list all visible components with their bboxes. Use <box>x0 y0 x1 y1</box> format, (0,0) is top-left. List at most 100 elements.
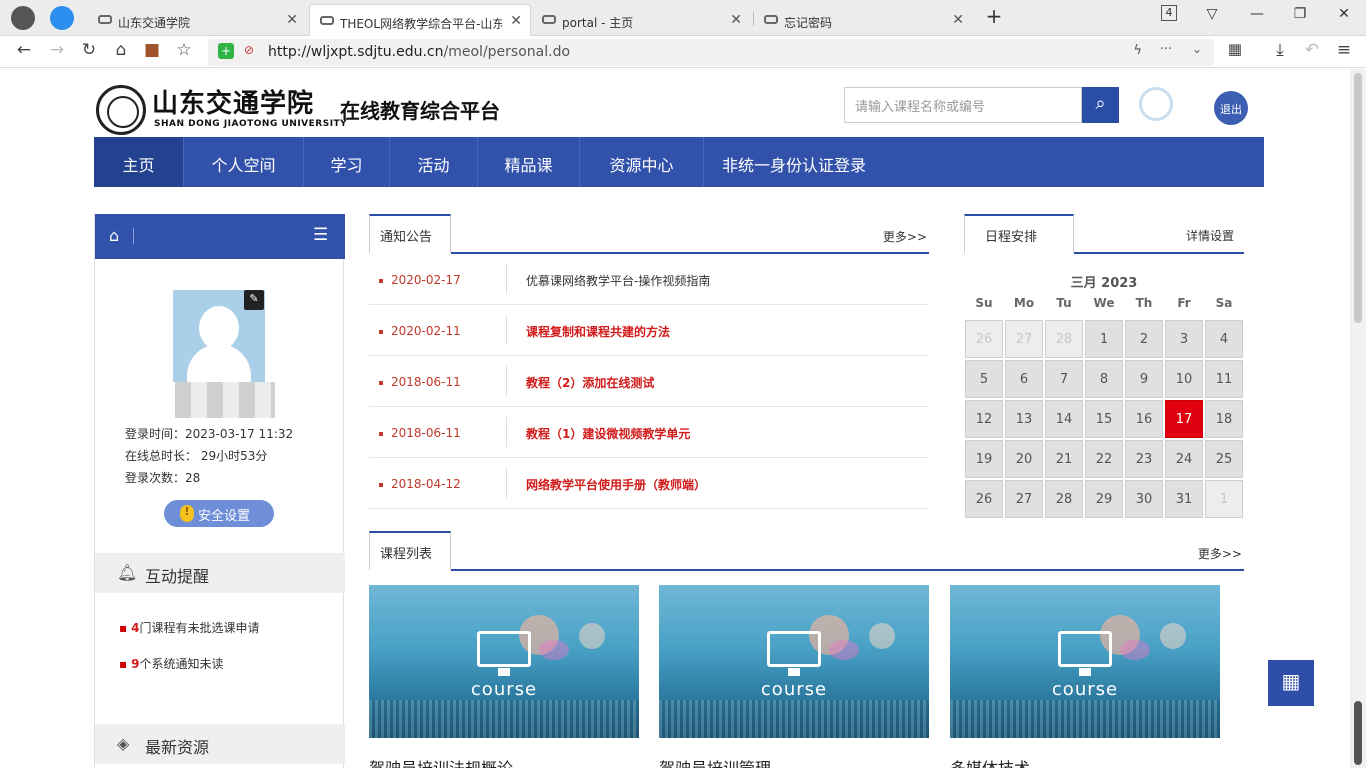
forward-icon[interactable]: → <box>45 40 69 60</box>
calendar-day[interactable]: 28 <box>1045 480 1083 518</box>
tab-1[interactable]: 山东交通学院 ✕ <box>88 4 306 36</box>
lightning-icon[interactable]: ϟ <box>1133 43 1142 58</box>
course-title[interactable]: 驾驶员培训法规概论 <box>369 755 513 768</box>
calendar-day[interactable]: 26 <box>965 320 1003 358</box>
nav-activity[interactable]: 活动 <box>390 137 478 187</box>
notice-row[interactable]: 2018-06-11 教程（1）建设微视频教学单元 <box>369 407 929 458</box>
calendar-day[interactable]: 8 <box>1085 360 1123 398</box>
calendar-day-today[interactable]: 17 <box>1165 400 1203 438</box>
course-card-image[interactable]: course <box>950 585 1220 738</box>
list-icon[interactable]: ☰ <box>313 225 328 245</box>
nav-study[interactable]: 学习 <box>304 137 390 187</box>
logout-button[interactable]: 退出 <box>1214 91 1248 125</box>
tab-schedule[interactable]: 日程安排 <box>964 214 1074 254</box>
menu-icon[interactable]: ≡ <box>1332 40 1356 60</box>
nav-quality-courses[interactable]: 精品课 <box>478 137 580 187</box>
calendar-day[interactable]: 28 <box>1045 320 1083 358</box>
url-field[interactable]: + ⊘ http://wljxpt.sdjtu.edu.cn/meol/pers… <box>208 39 1214 66</box>
new-tab-icon[interactable]: + <box>982 4 1006 28</box>
qr-code-button[interactable]: ▦ <box>1268 660 1314 706</box>
edit-icon[interactable]: ✎ <box>244 290 264 310</box>
calendar-day[interactable]: 13 <box>1005 400 1043 438</box>
course-title[interactable]: 驾驶员培训管理 <box>659 755 771 768</box>
notice-row[interactable]: 2020-02-11 课程复制和课程共建的方法 <box>369 305 929 356</box>
tab-course-list[interactable]: 课程列表 <box>369 531 451 571</box>
close-tab-icon[interactable]: ✕ <box>730 12 742 28</box>
more-dots-icon[interactable]: ··· <box>1160 42 1172 57</box>
tab-count-icon[interactable]: 4 <box>1161 5 1177 21</box>
calendar-day[interactable]: 1 <box>1205 480 1243 518</box>
calendar-day[interactable]: 23 <box>1125 440 1163 478</box>
notice-row[interactable]: 2018-06-11 教程（2）添加在线测试 <box>369 356 929 407</box>
course-card-image[interactable]: course <box>659 585 929 738</box>
reminder-item[interactable]: ▪ 4门课程有未批选课申请 <box>119 619 260 636</box>
minimize-icon[interactable]: — <box>1245 6 1269 22</box>
school-logo[interactable]: 山东交通学院 SHAN DONG JIAOTONG UNIVERSITY 在线教… <box>96 85 516 135</box>
calendar-day[interactable]: 26 <box>965 480 1003 518</box>
telegram-icon[interactable] <box>50 6 74 30</box>
reminder-item[interactable]: ▪ 9个系统通知未读 <box>119 655 224 672</box>
nav-home[interactable]: 主页 <box>94 137 184 187</box>
calendar-day[interactable]: 25 <box>1205 440 1243 478</box>
calendar-day[interactable]: 15 <box>1085 400 1123 438</box>
restore-icon[interactable]: ❐ <box>1288 6 1312 22</box>
notices-more-link[interactable]: 更多>> <box>883 228 927 245</box>
chevron-down-icon[interactable]: ⌄ <box>1192 42 1202 56</box>
favorites-icon[interactable]: ☆ <box>172 40 196 60</box>
courses-more-link[interactable]: 更多>> <box>1198 545 1242 562</box>
calendar-day[interactable]: 14 <box>1045 400 1083 438</box>
calendar-day[interactable]: 6 <box>1005 360 1043 398</box>
course-card-image[interactable]: course <box>369 585 639 738</box>
calendar-day[interactable]: 2 <box>1125 320 1163 358</box>
tab-3[interactable]: portal - 主页 ✕ <box>532 4 750 36</box>
calendar-day[interactable]: 18 <box>1205 400 1243 438</box>
calendar-day[interactable]: 31 <box>1165 480 1203 518</box>
calendar-day[interactable]: 7 <box>1045 360 1083 398</box>
incognito-icon[interactable] <box>11 6 35 30</box>
close-tab-icon[interactable]: ✕ <box>286 12 298 28</box>
calendar-day[interactable]: 27 <box>1005 480 1043 518</box>
calendar-day[interactable]: 21 <box>1045 440 1083 478</box>
notice-row[interactable]: 2018-04-12 网络教学平台使用手册（教师端） <box>369 458 929 509</box>
schedule-settings-link[interactable]: 详情设置 <box>1186 227 1234 244</box>
close-tab-icon[interactable]: ✕ <box>952 12 964 28</box>
calendar-day[interactable]: 10 <box>1165 360 1203 398</box>
undo-icon[interactable]: ↶ <box>1300 40 1324 60</box>
calendar-day[interactable]: 4 <box>1205 320 1243 358</box>
download-icon[interactable]: ⤓ <box>1268 40 1292 60</box>
course-title[interactable]: 多媒体技术 <box>950 755 1030 768</box>
calendar-day[interactable]: 24 <box>1165 440 1203 478</box>
calendar-day[interactable]: 30 <box>1125 480 1163 518</box>
notice-row[interactable]: 2020-02-17 优慕课网络教学平台-操作视频指南 <box>369 254 929 305</box>
calendar-day[interactable]: 11 <box>1205 360 1243 398</box>
calendar-day[interactable]: 3 <box>1165 320 1203 358</box>
course-search-input[interactable]: 请输入课程名称或编号 <box>844 87 1082 123</box>
insecure-lock-icon[interactable]: ⊘ <box>244 43 254 57</box>
calendar-day[interactable]: 5 <box>965 360 1003 398</box>
nav-personal-space[interactable]: 个人空间 <box>184 137 304 187</box>
close-tab-icon[interactable]: ✕ <box>510 13 522 29</box>
search-button[interactable]: ⌕ <box>1082 87 1119 123</box>
calendar-day[interactable]: 16 <box>1125 400 1163 438</box>
home-icon[interactable]: ⌂ <box>109 40 133 60</box>
user-avatar[interactable] <box>1139 87 1173 121</box>
tab-4[interactable]: 忘记密码 ✕ <box>754 4 972 36</box>
back-icon[interactable]: ← <box>12 40 36 60</box>
briefcase-icon[interactable]: ■ <box>140 40 164 60</box>
calendar-day[interactable]: 27 <box>1005 320 1043 358</box>
shirt-icon[interactable]: ▽ <box>1200 6 1224 22</box>
security-settings-button[interactable]: ! 安全设置 <box>164 500 274 527</box>
tab-2-active[interactable]: THEOL网络教学综合平台-山东 ✕ <box>309 4 531 37</box>
calendar-day[interactable]: 9 <box>1125 360 1163 398</box>
tab-notices[interactable]: 通知公告 <box>369 214 451 254</box>
calendar-day[interactable]: 1 <box>1085 320 1123 358</box>
nav-resource-center[interactable]: 资源中心 <box>580 137 704 187</box>
calendar-day[interactable]: 22 <box>1085 440 1123 478</box>
page-scrollbar[interactable] <box>1350 69 1366 768</box>
calendar-day[interactable]: 12 <box>965 400 1003 438</box>
reload-icon[interactable]: ↻ <box>77 40 101 60</box>
apps-grid-icon[interactable]: ▦ <box>1223 40 1247 58</box>
home-icon[interactable]: ⌂ <box>109 226 119 245</box>
calendar-day[interactable]: 20 <box>1005 440 1043 478</box>
shield-plus-icon[interactable]: + <box>218 43 234 59</box>
